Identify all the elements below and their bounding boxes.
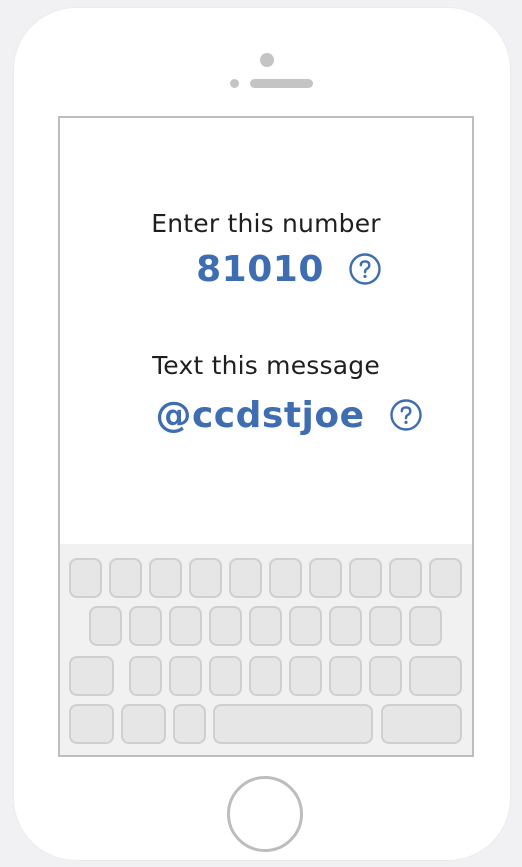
keyboard-key[interactable] [89,606,122,646]
keyboard-key[interactable] [109,558,142,598]
keyboard-key[interactable] [329,606,362,646]
keyboard-key[interactable] [169,656,202,696]
shift-key[interactable] [69,656,114,696]
enter-number-label: Enter this number [151,209,381,238]
short-code-number: 81010 [196,248,324,290]
keyboard-key[interactable] [129,606,162,646]
keyboard-key[interactable] [129,656,162,696]
keyboard-key[interactable] [409,606,442,646]
home-button[interactable] [227,776,303,852]
phone-frame: Enter this number 81010 Text this messag… [14,8,510,860]
proximity-sensor [230,79,239,88]
question-circle-icon[interactable] [389,398,423,432]
numbers-key[interactable] [69,704,114,744]
keyboard-key[interactable] [69,558,102,598]
phone-screen: Enter this number 81010 Text this messag… [58,116,474,757]
keyword-row: @ccdstjoe [60,392,472,438]
keyboard-key[interactable] [349,558,382,598]
keyboard-key[interactable] [369,656,402,696]
space-key[interactable] [213,704,373,744]
keyboard-key[interactable] [389,558,422,598]
keyboard-key[interactable] [209,606,242,646]
return-key[interactable] [381,704,462,744]
keyboard-key[interactable] [289,606,322,646]
keyboard-key[interactable] [169,606,202,646]
short-code-row: 81010 [60,246,472,292]
keyboard-key[interactable] [249,656,282,696]
keyboard-key[interactable] [229,558,262,598]
earpiece-speaker [250,79,313,88]
keyboard-key[interactable] [329,656,362,696]
keyboard-key[interactable] [429,558,462,598]
on-screen-keyboard [60,544,472,755]
keyboard-key[interactable] [189,558,222,598]
microphone-key[interactable] [173,704,206,744]
keyboard-key[interactable] [369,606,402,646]
text-message-label: Text this message [152,351,380,380]
keyboard-key[interactable] [249,606,282,646]
keyboard-key[interactable] [209,656,242,696]
front-camera [260,53,274,67]
keyboard-key[interactable] [309,558,342,598]
backspace-key[interactable] [409,656,462,696]
keyboard-key[interactable] [149,558,182,598]
keyword-message: @ccdstjoe [155,394,365,436]
emoji-key[interactable] [121,704,166,744]
question-circle-icon[interactable] [348,252,382,286]
keyboard-key[interactable] [289,656,322,696]
keyboard-key[interactable] [269,558,302,598]
